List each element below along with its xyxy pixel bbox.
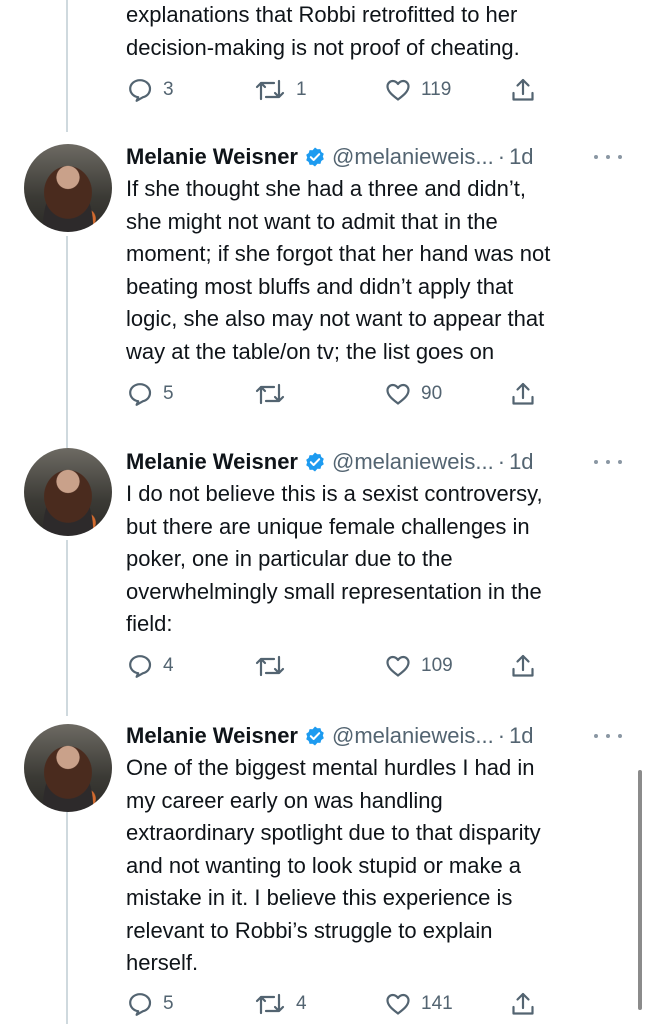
share-button[interactable] bbox=[510, 74, 536, 106]
author-handle[interactable]: @melanieweis... bbox=[332, 723, 494, 749]
more-button[interactable] bbox=[594, 447, 622, 477]
tweet-header: Melanie Weisner @melanieweis... · 1d bbox=[126, 142, 534, 172]
tweet[interactable]: Melanie Weisner @melanieweis... · 1d One… bbox=[0, 708, 649, 1024]
like-button[interactable]: 90 bbox=[385, 378, 442, 410]
reply-icon bbox=[129, 993, 152, 1016]
share-button[interactable] bbox=[510, 650, 536, 682]
author-name[interactable]: Melanie Weisner bbox=[126, 144, 298, 170]
like-icon bbox=[386, 383, 410, 405]
verified-badge-icon bbox=[306, 726, 324, 746]
tweet-actions: 3 1 119 bbox=[0, 74, 649, 106]
author-handle[interactable]: @melanieweis... bbox=[332, 144, 494, 170]
reply-count: 5 bbox=[163, 383, 174, 404]
tweet-text: explanations that Robbi retrofitted to h… bbox=[126, 2, 520, 60]
like-icon bbox=[386, 655, 410, 677]
tweet-actions: 5 4 141 bbox=[0, 988, 649, 1020]
reply-icon bbox=[129, 79, 152, 102]
reply-count: 5 bbox=[163, 993, 174, 1014]
more-icon bbox=[594, 155, 622, 159]
avatar[interactable] bbox=[24, 724, 112, 812]
like-icon bbox=[386, 993, 410, 1015]
more-button[interactable] bbox=[594, 142, 622, 172]
share-icon bbox=[512, 78, 534, 101]
more-icon bbox=[594, 460, 622, 464]
author-handle[interactable]: @melanieweis... bbox=[332, 449, 494, 475]
avatar[interactable] bbox=[24, 448, 112, 536]
retweet-count: 1 bbox=[296, 79, 307, 100]
avatar[interactable] bbox=[24, 144, 112, 232]
share-button[interactable] bbox=[510, 988, 536, 1020]
reply-button[interactable]: 5 bbox=[127, 378, 174, 410]
scrollbar-thumb[interactable] bbox=[638, 770, 642, 1010]
timestamp[interactable]: 1d bbox=[509, 449, 533, 475]
share-icon bbox=[512, 382, 534, 405]
more-icon bbox=[594, 734, 622, 738]
tweet-header: Melanie Weisner @melanieweis... · 1d bbox=[126, 721, 534, 751]
reply-button[interactable]: 4 bbox=[127, 650, 174, 682]
tweet-partial[interactable]: explanations that Robbi retrofitted to h… bbox=[0, 0, 649, 120]
tweet-actions: 5 90 bbox=[0, 378, 649, 410]
author-name[interactable]: Melanie Weisner bbox=[126, 449, 298, 475]
tweet-actions: 4 109 bbox=[0, 650, 649, 682]
separator-dot: · bbox=[497, 144, 506, 169]
tweet-header: Melanie Weisner @melanieweis... · 1d bbox=[126, 447, 534, 477]
like-button[interactable]: 109 bbox=[385, 650, 453, 682]
retweet-icon bbox=[255, 79, 285, 101]
share-icon bbox=[512, 654, 534, 677]
like-button[interactable]: 119 bbox=[385, 74, 451, 106]
like-count: 119 bbox=[421, 79, 452, 100]
author-name[interactable]: Melanie Weisner bbox=[126, 723, 298, 749]
tweet-text: I do not believe this is a sexist contro… bbox=[126, 481, 543, 636]
more-button[interactable] bbox=[594, 721, 622, 751]
share-icon bbox=[512, 992, 534, 1015]
reply-count: 4 bbox=[163, 655, 174, 676]
reply-icon bbox=[129, 383, 152, 406]
tweet-text: If she thought she had a three and didn’… bbox=[126, 176, 551, 364]
retweet-count: 4 bbox=[296, 993, 307, 1014]
like-icon bbox=[386, 79, 410, 101]
reply-icon bbox=[129, 655, 152, 678]
retweet-icon bbox=[255, 655, 285, 677]
retweet-button[interactable] bbox=[254, 650, 296, 682]
verified-badge-icon bbox=[306, 452, 324, 472]
retweet-icon bbox=[255, 993, 285, 1015]
verified-badge-icon bbox=[306, 147, 324, 167]
separator-dot: · bbox=[497, 723, 506, 748]
tweet[interactable]: Melanie Weisner @melanieweis... · 1d If … bbox=[0, 132, 649, 432]
like-count: 141 bbox=[421, 993, 453, 1014]
retweet-button[interactable] bbox=[254, 378, 296, 410]
reply-button[interactable]: 5 bbox=[127, 988, 174, 1020]
reply-count: 3 bbox=[163, 79, 174, 100]
reply-button[interactable]: 3 bbox=[127, 74, 174, 106]
tweet[interactable]: Melanie Weisner @melanieweis... · 1d I d… bbox=[0, 436, 649, 704]
share-button[interactable] bbox=[510, 378, 536, 410]
retweet-icon bbox=[255, 383, 285, 405]
tweet-text: One of the biggest mental hurdles I had … bbox=[126, 755, 541, 975]
retweet-button[interactable]: 4 bbox=[254, 988, 307, 1020]
like-count: 90 bbox=[421, 383, 443, 404]
timestamp[interactable]: 1d bbox=[509, 144, 533, 170]
retweet-button[interactable]: 1 bbox=[254, 74, 307, 106]
separator-dot: · bbox=[497, 449, 506, 474]
timestamp[interactable]: 1d bbox=[509, 723, 533, 749]
like-count: 109 bbox=[421, 655, 453, 676]
like-button[interactable]: 141 bbox=[385, 988, 453, 1020]
